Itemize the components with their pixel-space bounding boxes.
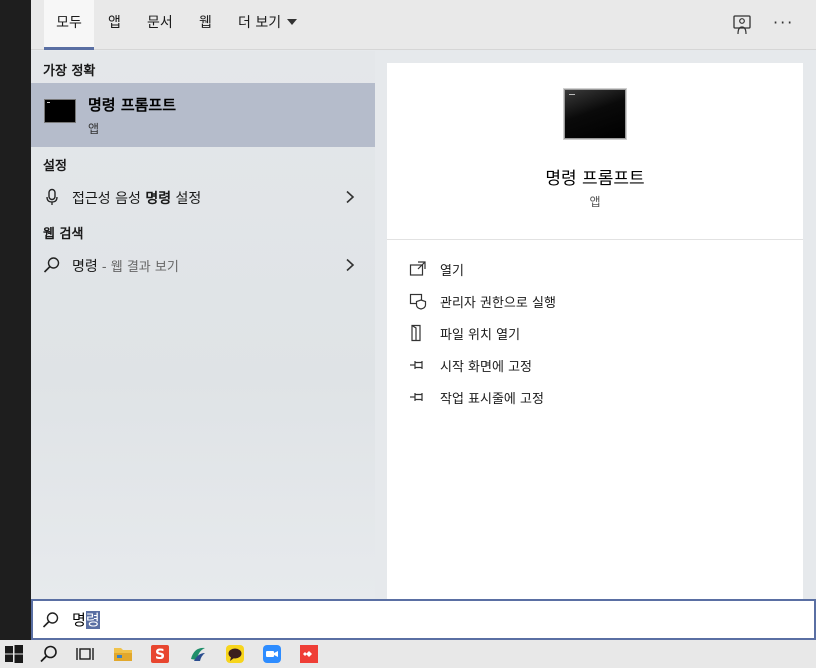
open-icon <box>409 261 426 276</box>
tab-more-label: 더 보기 <box>238 15 282 31</box>
settings-result-suffix: 설정 <box>171 191 202 207</box>
action-run-as-admin-label: 관리자 권한으로 실행 <box>440 296 556 311</box>
search-icon <box>43 257 60 273</box>
settings-result-prefix: 접근성 음성 <box>72 191 146 207</box>
section-settings: 설정 <box>43 159 67 174</box>
action-pin-to-taskbar[interactable]: 작업 표시줄에 고정 <box>409 385 789 409</box>
preview-subtitle: 앱 <box>589 195 601 209</box>
web-result-row[interactable]: 명령 - 웹 결과 보기 <box>31 249 375 281</box>
action-open-label: 열기 <box>440 264 464 279</box>
pin-icon <box>410 393 423 401</box>
chevron-right-icon[interactable] <box>345 190 355 204</box>
search-selected-text: 령 <box>85 611 100 629</box>
action-open-file-location[interactable]: 파일 위치 열기 <box>409 321 789 345</box>
search-typed-text: 명 <box>72 611 86 629</box>
search-icon <box>42 612 59 628</box>
best-match-subtitle: 앱 <box>88 122 100 136</box>
svg-text:S: S <box>155 647 165 663</box>
feedback-icon[interactable] <box>731 14 753 36</box>
taskbar: S <box>0 640 816 668</box>
settings-result-row[interactable]: 접근성 음성 명령 설정 <box>31 181 375 213</box>
best-match-title: 명령 프롬프트 <box>88 96 177 114</box>
search-box[interactable]: 명령 <box>31 599 816 640</box>
preview-pane: 명령 프롬프트 앱 열기 관리자 권한으로 실행 파일 위치 열기 시작 화면에… <box>387 63 803 599</box>
action-open-file-location-label: 파일 위치 열기 <box>440 328 521 343</box>
tab-all[interactable]: 모두 <box>44 0 94 50</box>
tab-more-dropdown[interactable]: 더 보기 <box>238 0 298 50</box>
app-s-icon[interactable]: S <box>150 644 170 664</box>
tab-apps[interactable]: 앱 <box>108 0 121 50</box>
results-list: 가장 정확 명령 프롬프트 앱 설정 접근성 음성 명령 설정 웹 검색 명령 … <box>31 51 375 599</box>
action-pin-to-start[interactable]: 시작 화면에 고정 <box>409 353 789 377</box>
action-run-as-admin[interactable]: 관리자 권한으로 실행 <box>409 289 789 313</box>
action-pin-to-taskbar-label: 작업 표시줄에 고정 <box>440 392 544 407</box>
web-result-query: 명령 <box>72 259 98 275</box>
kakaotalk-icon[interactable] <box>225 644 245 664</box>
settings-result-match: 명령 <box>145 191 172 207</box>
chevron-right-icon[interactable] <box>345 258 355 272</box>
anydesk-icon[interactable] <box>299 644 319 664</box>
command-prompt-icon <box>564 89 626 139</box>
task-view-icon[interactable] <box>75 644 95 664</box>
windows-start-icon[interactable] <box>4 644 24 664</box>
microphone-icon <box>46 188 58 205</box>
tab-web[interactable]: 웹 <box>199 0 212 50</box>
section-web-search: 웹 검색 <box>43 227 84 242</box>
command-prompt-icon <box>44 99 76 123</box>
section-best-match: 가장 정확 <box>43 64 96 79</box>
web-result-suffix: - 웹 결과 보기 <box>97 260 179 275</box>
search-icon[interactable] <box>39 644 59 664</box>
app-swirl-icon[interactable] <box>188 644 208 664</box>
shield-icon <box>409 293 427 310</box>
search-input[interactable]: 명령 <box>72 609 100 630</box>
action-pin-to-start-label: 시작 화면에 고정 <box>440 360 532 375</box>
divider <box>387 239 803 240</box>
file-location-icon <box>411 324 421 342</box>
desktop-background <box>0 0 31 640</box>
preview-title: 명령 프롬프트 <box>545 169 645 189</box>
pin-icon <box>410 361 423 369</box>
zoom-icon[interactable] <box>262 644 282 664</box>
file-explorer-icon[interactable] <box>113 644 133 664</box>
more-options-icon[interactable]: ··· <box>773 14 795 36</box>
settings-result-label: 접근성 음성 명령 설정 <box>72 188 201 208</box>
search-tabs-bar: 모두 앱 문서 웹 더 보기 ··· <box>31 0 816 50</box>
caret-down-icon <box>287 19 298 25</box>
best-match-result[interactable]: 명령 프롬프트 앱 <box>31 83 375 147</box>
tab-documents[interactable]: 문서 <box>147 0 173 50</box>
start-search-panel: 모두 앱 문서 웹 더 보기 ··· 가장 정확 명령 프롬프트 앱 설정 접근… <box>31 0 816 640</box>
action-open[interactable]: 열기 <box>409 257 789 281</box>
web-result-label: 명령 - 웹 결과 보기 <box>72 256 179 276</box>
